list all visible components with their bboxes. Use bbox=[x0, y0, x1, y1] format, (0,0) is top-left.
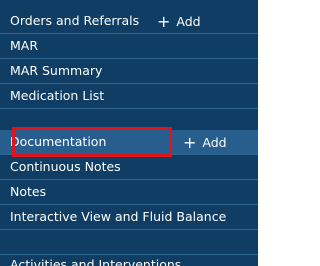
add-label: Add bbox=[176, 14, 201, 29]
nav-item-mar-summary[interactable]: MAR Summary bbox=[0, 59, 258, 84]
nav-item-label: Orders and Referrals bbox=[10, 13, 140, 28]
nav-item-label: MAR bbox=[10, 38, 39, 53]
screenshot-frame: Orders and Referrals + Add MAR MAR Summar… bbox=[0, 0, 318, 266]
nav-item-label: MAR Summary bbox=[10, 63, 103, 78]
nav-item-documentation[interactable]: Documentation + Add bbox=[0, 130, 258, 155]
nav-item-label: Activities and Interventions bbox=[10, 257, 182, 266]
nav-item-label: Documentation bbox=[10, 134, 107, 149]
nav-item-label: Notes bbox=[10, 184, 47, 199]
plus-icon: + bbox=[157, 12, 171, 31]
nav-item-label: Continuous Notes bbox=[10, 159, 121, 174]
add-label: Add bbox=[202, 135, 227, 150]
add-documentation-button[interactable]: + Add bbox=[183, 130, 227, 155]
nav-item-mar[interactable]: MAR bbox=[0, 34, 258, 59]
nav-item-label: Interactive View and Fluid Balance bbox=[10, 209, 227, 224]
nav-item-orders-and-referrals[interactable]: Orders and Referrals + Add bbox=[0, 9, 258, 34]
nav-item-notes[interactable]: Notes bbox=[0, 180, 258, 205]
chart-navigation-menu: Orders and Referrals + Add MAR MAR Summar… bbox=[0, 0, 258, 266]
plus-icon: + bbox=[183, 133, 197, 152]
nav-item-medication-list[interactable]: Medication List bbox=[0, 84, 258, 109]
nav-item-continuous-notes[interactable]: Continuous Notes bbox=[0, 155, 258, 180]
nav-item-interactive-view-and-fluid-balance[interactable]: Interactive View and Fluid Balance bbox=[0, 205, 258, 230]
nav-item-activities-and-interventions[interactable]: Activities and Interventions bbox=[0, 230, 258, 266]
nav-item-label: Medication List bbox=[10, 88, 105, 103]
add-orders-button[interactable]: + Add bbox=[157, 9, 201, 34]
